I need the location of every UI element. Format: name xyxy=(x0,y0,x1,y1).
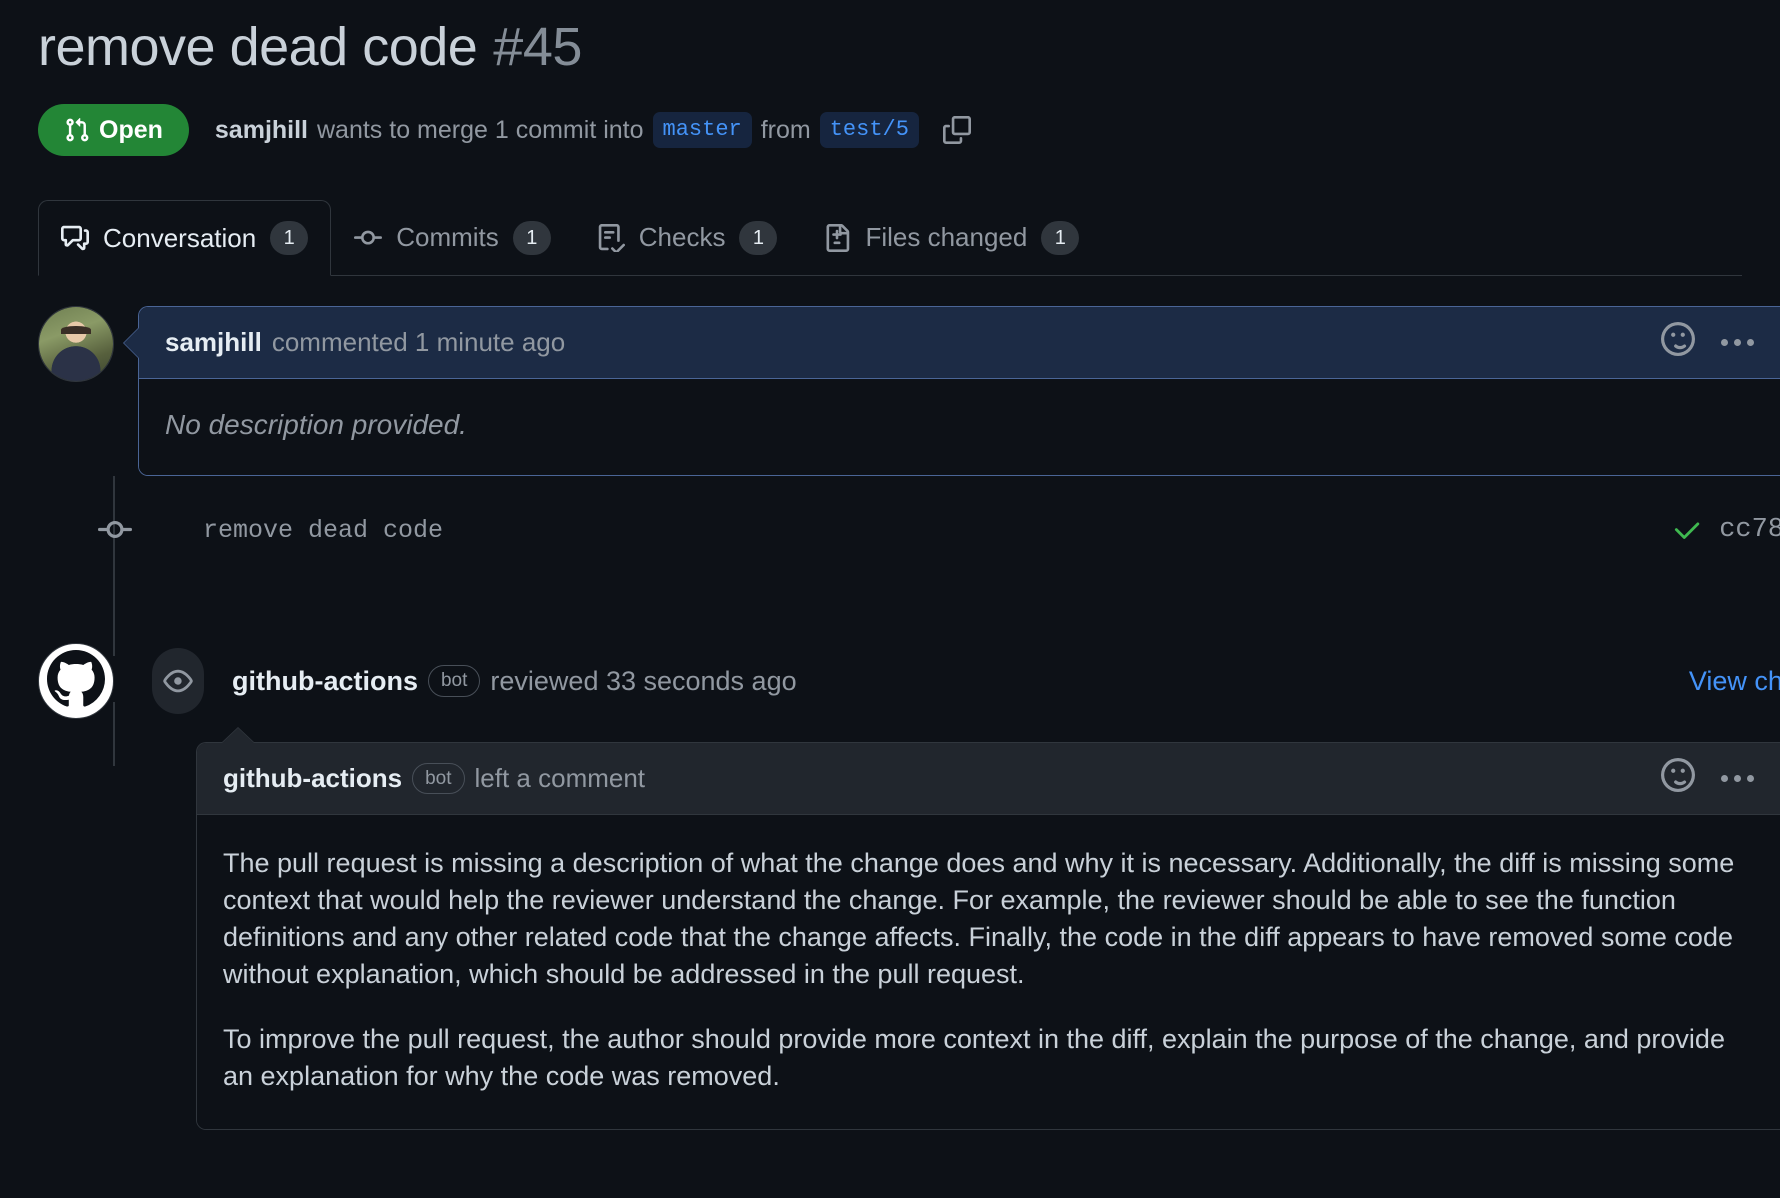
smiley-icon[interactable] xyxy=(1661,322,1695,363)
comment-header: samjhill commented 1 minute ago xyxy=(139,307,1780,380)
comment-action: left a comment xyxy=(474,763,646,794)
review-timestamp: reviewed 33 seconds ago xyxy=(490,665,797,696)
pr-author[interactable]: samjhill xyxy=(215,116,308,145)
kebab-horizontal-icon[interactable] xyxy=(1721,775,1754,783)
tab-commits-count: 1 xyxy=(512,220,551,255)
check-icon xyxy=(1673,515,1703,545)
checklist-icon xyxy=(597,223,625,252)
comment-arrow xyxy=(122,327,140,360)
kebab-horizontal-icon[interactable] xyxy=(1721,339,1754,347)
pr-number: #45 xyxy=(493,17,582,77)
comment-author[interactable]: samjhill xyxy=(165,327,262,358)
comment-discussion-icon xyxy=(61,224,89,252)
comment-body: The pull request is missing a descriptio… xyxy=(197,815,1780,1129)
commit-status: cc78 xyxy=(1673,515,1780,545)
timeline-rail-top xyxy=(113,578,115,657)
comment-box: github-actions bot left a comment The pu… xyxy=(196,727,1780,1130)
comment-box: samjhill commented 1 minute ago No descr… xyxy=(123,306,1780,477)
commit-message[interactable]: remove dead code xyxy=(203,516,443,545)
merge-description: samjhill wants to merge 1 commit into ma… xyxy=(215,111,974,149)
comment-paragraph: To improve the pull request, the author … xyxy=(223,1024,1725,1092)
comment-header-actions xyxy=(1661,322,1754,363)
file-diff-icon xyxy=(823,223,851,252)
tab-files-changed-count: 1 xyxy=(1041,220,1080,255)
base-branch-chip[interactable]: master xyxy=(652,111,752,149)
bot-badge: bot xyxy=(427,665,481,697)
merge-text-before: wants to merge 1 commit into xyxy=(317,115,644,144)
comment-text: No description provided. xyxy=(165,409,467,441)
review-description: github-actions bot reviewed 33 seconds a… xyxy=(232,665,797,697)
timeline-commit-item: remove dead code cc78 xyxy=(76,476,1780,603)
status-badge-label: Open xyxy=(99,115,163,144)
comment-header: github-actions bot left a comment xyxy=(197,743,1780,816)
tab-checks[interactable]: Checks 1 xyxy=(574,199,801,275)
tab-files-changed-label: Files changed xyxy=(865,222,1028,253)
comment-paragraph: The pull request is missing a descriptio… xyxy=(223,848,1735,990)
tab-files-changed[interactable]: Files changed 1 xyxy=(800,199,1102,275)
github-mark-icon xyxy=(47,649,105,713)
comment-author[interactable]: github-actions xyxy=(223,763,402,794)
comment-body: No description provided. xyxy=(139,379,1780,476)
pr-title-text: remove dead code xyxy=(38,17,478,77)
review-author[interactable]: github-actions xyxy=(232,666,418,697)
tab-checks-count: 1 xyxy=(739,220,778,255)
git-commit-icon xyxy=(91,513,139,547)
timeline-comment-item: samjhill commented 1 minute ago No descr… xyxy=(38,306,1780,477)
avatar[interactable] xyxy=(38,643,114,720)
tab-conversation-label: Conversation xyxy=(103,222,257,253)
tab-checks-label: Checks xyxy=(638,222,726,253)
pull-request-page: remove dead code #45 Open samjhill wants… xyxy=(0,0,1780,1198)
avatar-image xyxy=(39,307,113,382)
eye-icon xyxy=(152,648,204,715)
git-pull-request-icon xyxy=(64,117,90,143)
timeline-rail-bottom xyxy=(113,702,115,767)
comment-arrow xyxy=(221,726,255,745)
tab-conversation-count: 1 xyxy=(270,221,309,256)
pr-tab-bar: Conversation 1 Commits 1 Checks 1 Files … xyxy=(38,199,1742,277)
comment-header-actions xyxy=(1661,758,1754,799)
copy-icon[interactable] xyxy=(940,113,974,147)
git-commit-icon xyxy=(354,224,383,252)
tab-conversation[interactable]: Conversation 1 xyxy=(38,200,332,277)
commit-sha[interactable]: cc78 xyxy=(1719,515,1780,545)
merge-text-from: from xyxy=(760,115,811,144)
head-branch-chip[interactable]: test/5 xyxy=(819,111,919,149)
pr-subhead: Open samjhill wants to merge 1 commit in… xyxy=(38,104,1780,157)
smiley-icon[interactable] xyxy=(1661,758,1695,799)
avatar[interactable] xyxy=(38,306,114,383)
page-title: remove dead code #45 xyxy=(38,0,1780,78)
status-badge: Open xyxy=(38,104,189,157)
review-comment-wrapper: github-actions bot left a comment The pu… xyxy=(172,727,1780,1130)
tab-commits[interactable]: Commits 1 xyxy=(331,199,574,275)
comment-timestamp: commented 1 minute ago xyxy=(271,327,566,358)
tab-commits-label: Commits xyxy=(396,222,499,253)
view-changes-link[interactable]: View chang xyxy=(1689,666,1780,697)
timeline-review-item: github-actions bot reviewed 33 seconds a… xyxy=(38,578,1780,767)
bot-badge: bot xyxy=(412,762,465,795)
pr-timeline: samjhill commented 1 minute ago No descr… xyxy=(38,306,1780,1130)
